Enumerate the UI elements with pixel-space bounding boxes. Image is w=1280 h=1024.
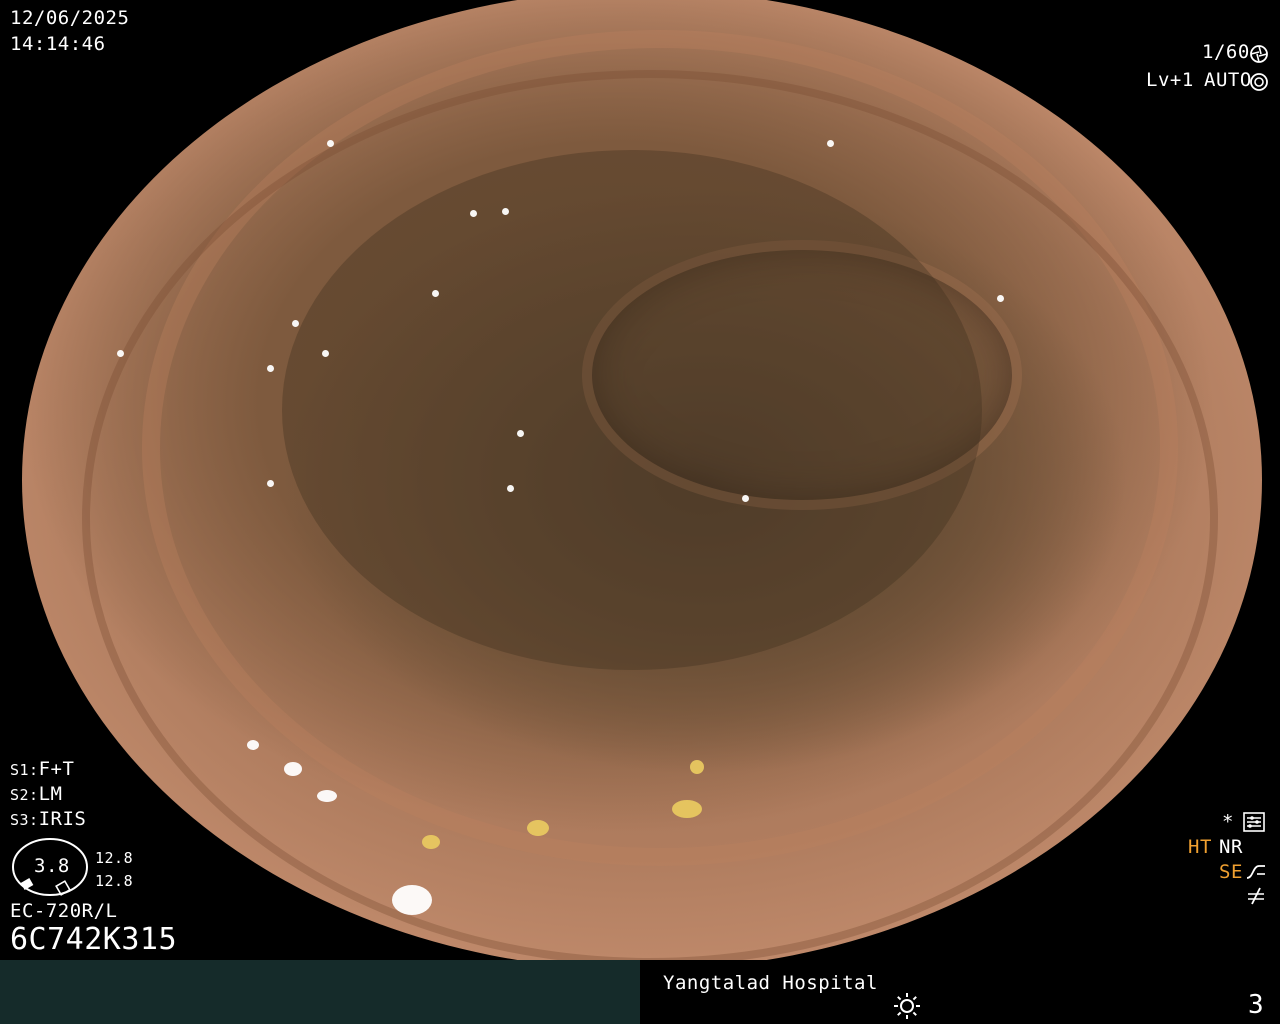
se-indicator: SE [1219,861,1243,883]
endoscope-image [22,0,1262,970]
footer-left-panel [0,960,640,1024]
specular-highlight [1047,90,1054,97]
residue-spot [672,800,702,818]
specular-highlight [247,740,259,750]
lumen-shadow [282,150,982,670]
s2-row: S2:LM [10,782,62,807]
specular-highlight [470,210,477,217]
s1-value: F+T [38,758,75,780]
specular-highlight [117,350,124,357]
specular-highlight [327,140,334,147]
gauge-value: 3.8 [34,855,70,877]
time-text: 14:14:46 [10,33,106,55]
freeze-slash-icon [1248,887,1264,905]
specular-highlight [827,140,834,147]
specular-highlight [997,295,1004,302]
s3-label: S3: [10,811,39,829]
ht-indicator: HT [1188,836,1212,858]
specular-highlight [267,480,274,487]
aperture-icon [1250,45,1268,63]
s2-label: S2: [10,786,39,804]
s2-value: LM [38,783,63,805]
specular-highlight [432,290,439,297]
s1-row: S1:F+T [10,757,74,782]
specular-highlight [507,485,514,492]
hospital-name: Yangtalad Hospital [663,972,878,994]
asterisk-indicator: * [1222,811,1234,833]
s1-label: S1: [10,761,39,779]
specular-highlight [322,350,329,357]
s3-row: S3:IRIS [10,807,86,832]
gauge-lower: 12.8 [95,872,134,890]
sun-icon [894,993,920,1019]
date-text: 12/06/2025 [10,7,130,29]
specular-highlight [742,495,749,502]
iris-icon [1250,73,1268,91]
s3-value: IRIS [38,808,87,830]
residue-spot [527,820,549,836]
scope-serial: 6C742K315 [10,922,178,957]
specular-highlight [517,430,524,437]
image-counter: 3 [1248,990,1265,1020]
settings-panel-icon [1243,812,1265,832]
specular-highlight [284,762,302,776]
scope-model: EC-720R/L [10,900,118,922]
residue-spot [422,835,440,849]
shutter-speed: 1/60 [1202,41,1250,63]
specular-highlight [392,885,432,915]
enhancement-curve-icon [1246,865,1265,879]
iris-mode: AUTO [1204,69,1252,91]
nr-indicator: NR [1219,836,1243,858]
specular-highlight [317,790,337,802]
specular-highlight [502,208,509,215]
residue-spot [690,760,704,774]
gauge-upper: 12.8 [95,849,134,867]
specular-highlight [292,320,299,327]
specular-highlight [267,365,274,372]
light-level: Lv+1 [1146,69,1194,91]
